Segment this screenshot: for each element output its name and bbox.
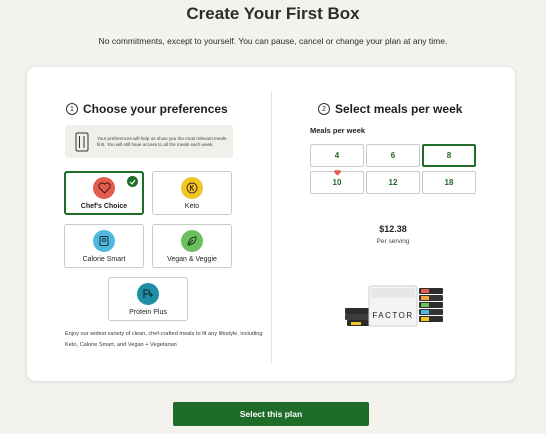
pref-label: Calorie Smart: [82, 256, 126, 263]
box-brand-text: FACTOR: [372, 311, 413, 320]
meal-option-18[interactable]: 18: [422, 171, 476, 194]
page-subtitle: No commitments, except to yourself. You …: [98, 36, 448, 46]
keto-k-icon: [181, 177, 203, 199]
meal-option-6[interactable]: 6: [366, 144, 420, 167]
meals-heading: 2 Select meals per week: [318, 102, 462, 116]
step-number-1: 1: [66, 103, 78, 115]
pref-keto[interactable]: Keto: [152, 171, 232, 215]
pref-calorie-smart[interactable]: Calorie Smart: [64, 224, 144, 268]
pref-protein-plus[interactable]: Protein Plus: [108, 277, 188, 321]
step-number-2: 2: [318, 103, 330, 115]
heart-icon: [93, 177, 115, 199]
meal-box-image: FACTOR: [345, 285, 443, 327]
meal-option-label: 10: [332, 178, 342, 187]
meal-option-12[interactable]: 12: [366, 171, 420, 194]
preference-description: Enjoy our widest variety of clean, chef-…: [65, 331, 263, 348]
meal-option-4[interactable]: 4: [310, 144, 364, 167]
pref-label: Vegan & Veggie: [167, 256, 217, 263]
price-unit: Per serving: [376, 238, 410, 245]
protein-icon: [137, 283, 159, 305]
price-per-serving: $12.38: [379, 224, 407, 234]
plan-card: 1 Choose your preferences Your preferenc…: [27, 67, 515, 381]
meal-option-8[interactable]: 8: [422, 144, 476, 167]
meal-tray-icon: [75, 132, 89, 151]
meals-per-week-label: Meals per week: [310, 126, 366, 135]
preferences-heading-text: Choose your preferences: [83, 102, 228, 116]
scale-icon: [93, 230, 115, 252]
favorite-heart-icon: [334, 169, 341, 176]
preferences-heading: 1 Choose your preferences: [66, 102, 228, 116]
leaf-icon: [181, 230, 203, 252]
pref-chefs-choice[interactable]: Chef's Choice: [64, 171, 144, 215]
pref-label: Keto: [184, 203, 200, 210]
pref-label: Chef's Choice: [80, 203, 128, 210]
select-plan-button[interactable]: Select this plan: [173, 402, 369, 426]
checkmark-icon: [127, 176, 138, 187]
page-title: Create Your First Box: [186, 4, 360, 23]
meal-option-10[interactable]: 10: [310, 169, 364, 194]
preferences-info-box: Your preferences will help us show you t…: [65, 125, 233, 158]
preferences-info-text: Your preferences will help us show you t…: [97, 135, 227, 147]
meals-heading-text: Select meals per week: [335, 102, 463, 116]
pref-vegan-veggie[interactable]: Vegan & Veggie: [152, 224, 232, 268]
pref-label: Protein Plus: [129, 309, 167, 316]
